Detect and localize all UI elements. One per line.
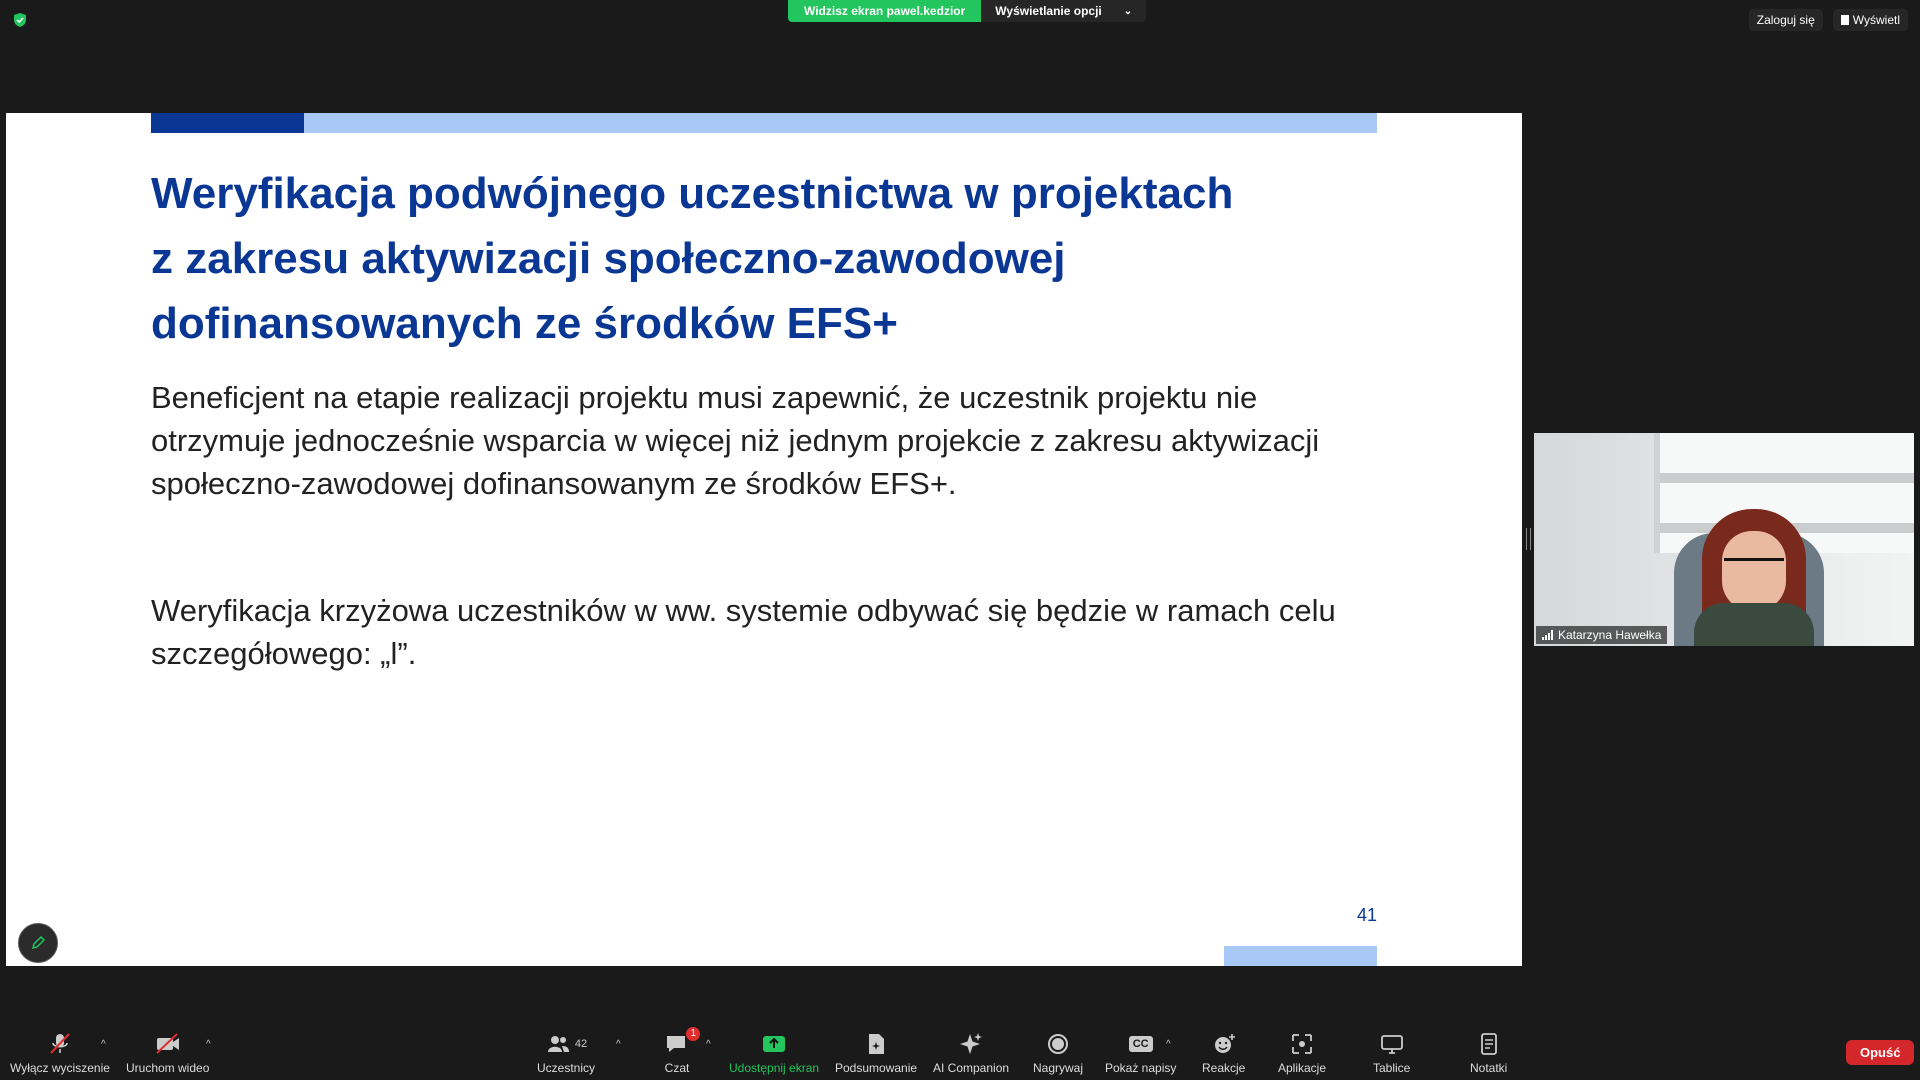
whiteboard-icon xyxy=(1380,1035,1403,1054)
start-video-label: Uruchom wideo xyxy=(126,1061,210,1075)
annotate-button[interactable] xyxy=(18,923,58,963)
show-captions-label: Pokaż napisy xyxy=(1105,1061,1177,1075)
unmute-label: Wyłącz wyciszenie xyxy=(10,1061,110,1075)
view-options-label: Wyświetlanie opcji xyxy=(995,4,1102,18)
chat-button[interactable]: 1 Czat xyxy=(664,1027,700,1075)
chat-options-caret-icon[interactable]: ^ xyxy=(706,1039,711,1050)
paragraph-line: Beneficjent na etapie realizacji projekt… xyxy=(151,380,1258,415)
participant-name-tag: Katarzyna Hawełka xyxy=(1536,626,1668,644)
view-layout-icon xyxy=(1840,15,1849,25)
participants-count: 42 xyxy=(574,1038,588,1050)
camera-off-icon xyxy=(155,1033,179,1054)
slide-footer-bar xyxy=(1224,946,1377,966)
unmute-button[interactable]: Wyłącz wyciszenie xyxy=(10,1031,110,1075)
sparkle-icon xyxy=(960,1033,983,1054)
video-person-glasses xyxy=(1724,558,1784,573)
view-button[interactable]: Wyświetl xyxy=(1832,9,1908,31)
participant-video[interactable]: Katarzyna Hawełka xyxy=(1534,433,1914,646)
apps-icon xyxy=(1292,1034,1312,1054)
participants-icon xyxy=(547,1036,569,1052)
login-button[interactable]: Zaloguj się xyxy=(1748,9,1823,31)
shared-slide: Weryfikacja podwójnego uczestnictwa w pr… xyxy=(6,113,1522,966)
share-screen-label: Udostępnij ekran xyxy=(729,1061,820,1075)
start-video-button[interactable]: Uruchom wideo xyxy=(126,1031,209,1075)
chat-unread-badge: 1 xyxy=(686,1027,700,1041)
slide-title-line: z zakresu aktywizacji społeczno-zawodowe… xyxy=(151,234,1066,283)
share-screen-icon xyxy=(763,1036,786,1052)
audio-options-caret-icon[interactable]: ^ xyxy=(101,1039,106,1050)
emoji-icon xyxy=(1214,1034,1235,1053)
login-label: Zaloguj się xyxy=(1756,13,1815,27)
captions-options-caret-icon[interactable]: ^ xyxy=(1166,1039,1171,1050)
pencil-icon xyxy=(31,935,46,950)
captions-cc-icon: CC xyxy=(1128,1036,1153,1052)
paragraph-line: otrzymuje jednocześnie wsparcia w więcej… xyxy=(151,423,1320,458)
notes-button[interactable]: Notatki xyxy=(1470,1031,1507,1075)
view-label: Wyświetl xyxy=(1852,13,1900,27)
record-icon xyxy=(1048,1034,1068,1054)
ai-companion-label: AI Companion xyxy=(933,1061,1010,1075)
record-button[interactable]: Nagrywaj xyxy=(1033,1031,1083,1075)
slide-title-line: dofinansowanych ze środków EFS+ xyxy=(151,299,898,348)
notes-icon xyxy=(1480,1033,1497,1055)
ai-companion-button[interactable]: AI Companion xyxy=(933,1031,1009,1075)
summary-icon xyxy=(869,1034,885,1054)
slide-accent-bar-dark xyxy=(151,113,304,133)
screen-share-banner: Widzisz ekran pawel.kedzior Wyświetlanie… xyxy=(788,0,1147,22)
participant-name: Katarzyna Hawełka xyxy=(1558,628,1662,642)
apps-label: Aplikacje xyxy=(1278,1061,1327,1075)
slide-paragraph-1: Beneficjent na etapie realizacji projekt… xyxy=(151,376,1411,505)
slide-page-number: 41 xyxy=(1357,905,1378,925)
reactions-button[interactable]: Reakcje xyxy=(1202,1031,1245,1075)
top-right-controls: Zaloguj się Wyświetl xyxy=(1748,9,1908,31)
paragraph-line: szczegółowego: „l”. xyxy=(151,636,417,671)
microphone-muted-icon xyxy=(50,1033,70,1054)
resize-handle[interactable] xyxy=(1526,528,1531,550)
participants-options-caret-icon[interactable]: ^ xyxy=(616,1039,621,1050)
meeting-toolbar: Wyłącz wyciszenie ^ Uruchom wideo ^ 42 U… xyxy=(0,1015,1920,1080)
apps-button[interactable]: Aplikacje xyxy=(1278,1031,1326,1075)
whiteboards-label: Tablice xyxy=(1373,1061,1411,1075)
show-captions-button[interactable]: CC Pokaż napisy xyxy=(1105,1031,1176,1075)
slide-title: Weryfikacja podwójnego uczestnictwa w pr… xyxy=(151,161,1391,356)
video-person-body xyxy=(1694,603,1814,646)
share-status: Widzisz ekran pawel.kedzior xyxy=(788,0,982,22)
share-screen-button[interactable]: Udostępnij ekran xyxy=(729,1031,819,1075)
participants-button[interactable]: 42 Uczestnicy xyxy=(537,1031,595,1075)
slide-title-line: Weryfikacja podwójnego uczestnictwa w pr… xyxy=(151,169,1234,218)
signal-strength-icon xyxy=(1542,630,1553,640)
record-label: Nagrywaj xyxy=(1033,1061,1084,1075)
security-shield-icon[interactable] xyxy=(12,12,28,28)
summary-label: Podsumowanie xyxy=(835,1061,918,1075)
paragraph-line: Weryfikacja krzyżowa uczestników w ww. s… xyxy=(151,593,1336,628)
slide-accent-bar-light xyxy=(304,113,1377,133)
slide-paragraph-2: Weryfikacja krzyżowa uczestników w ww. s… xyxy=(151,589,1411,675)
participants-label: Uczestnicy xyxy=(537,1061,596,1075)
leave-button[interactable]: Opuść xyxy=(1846,1040,1915,1065)
summary-button[interactable]: Podsumowanie xyxy=(835,1031,917,1075)
paragraph-line: społeczno-zawodowej dofinansowanym ze śr… xyxy=(151,466,957,501)
whiteboards-button[interactable]: Tablice xyxy=(1373,1031,1410,1075)
chat-label: Czat xyxy=(664,1061,690,1075)
video-options-caret-icon[interactable]: ^ xyxy=(206,1039,211,1050)
notes-label: Notatki xyxy=(1470,1061,1508,1075)
chevron-down-icon: ⌄ xyxy=(1123,5,1133,17)
view-options-button[interactable]: Wyświetlanie opcji ⌄ xyxy=(981,0,1147,22)
reactions-label: Reakcje xyxy=(1202,1061,1246,1075)
